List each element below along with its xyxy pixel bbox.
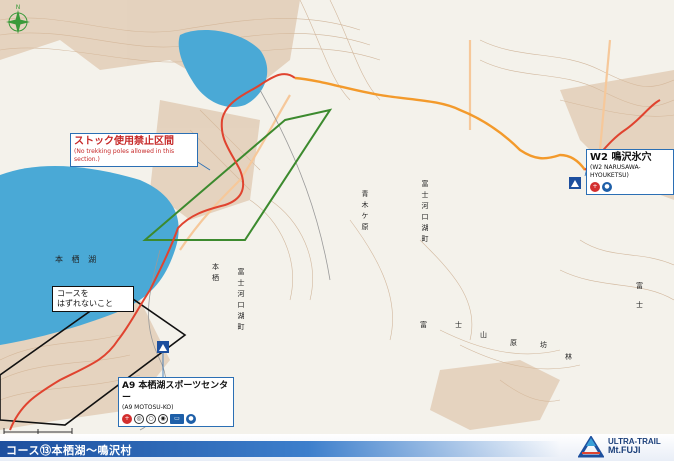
town-label: 富士河口湖町 [237, 268, 245, 334]
no-poles-callout: ストック使用禁止区間 (No trekking poles allowed in… [70, 133, 198, 167]
map-label: 本 [212, 263, 219, 271]
lake-label: 本 栖 湖 [55, 255, 100, 264]
water-icon: ● [602, 182, 612, 192]
course-title: コース⑬本栖湖〜鳴沢村 [6, 444, 132, 457]
stay-on-course-callout: コースを はずれないこと [52, 286, 134, 312]
brand-logo-line2: Mt.FUJI [608, 445, 641, 455]
aid-station-icon: + [122, 414, 132, 424]
map-label: 士 [455, 321, 462, 329]
waypoint-a9-card[interactable]: A9 本栖湖スポーツセンター (A9 MOTOSU-KO) + ◎ ○ ◉ ▭ … [118, 377, 234, 427]
mountain-marker-icon[interactable] [569, 177, 581, 189]
town-label: 富士河口湖町 [421, 180, 429, 246]
water-drink-icon: ○ [146, 414, 156, 424]
waypoint-a9-subtitle: (A9 MOTOSU-KO) [122, 404, 174, 411]
bus-icon: ▭ [170, 414, 184, 424]
no-poles-callout-en: (No trekking poles allowed in this secti… [74, 148, 175, 163]
topographic-map[interactable]: N [0, 0, 674, 461]
stay-on-course-line2: はずれないこと [57, 299, 113, 308]
map-label: 富 [420, 321, 427, 329]
ultra-trail-logo-icon [578, 436, 604, 458]
medic-icon: ● [186, 414, 196, 424]
toilet-icon: ◉ [158, 414, 168, 424]
food-icon: ◎ [134, 414, 144, 424]
no-poles-callout-jp: ストック使用禁止区間 [74, 136, 174, 147]
svg-text:N: N [16, 4, 21, 11]
stay-on-course-line1: コースを [57, 289, 89, 298]
brand-logo-text: ULTRA-TRAIL Mt.FUJI [608, 437, 661, 455]
waypoint-w2-subtitle: (W2 NARUSAWA-HYOUKETSU) [590, 164, 641, 179]
waypoint-w2-title: W2 鳴沢氷穴 [590, 152, 652, 163]
map-label: 山 [480, 331, 487, 339]
forest-label: 青木ケ原 [361, 190, 369, 234]
map-label: 林 [565, 353, 572, 361]
map-label: 富 [636, 282, 643, 290]
map-label: 原 [510, 339, 517, 347]
mountain-marker-icon[interactable] [157, 341, 169, 353]
waypoint-w2-card[interactable]: W2 鳴沢氷穴 (W2 NARUSAWA-HYOUKETSU) + ● [586, 149, 674, 195]
waypoint-a9-title: A9 本栖湖スポーツセンター [122, 381, 229, 403]
map-label: 坊 [540, 341, 547, 349]
aid-station-icon: + [590, 182, 600, 192]
map-label: 士 [636, 301, 643, 309]
map-label: 栖 [212, 274, 219, 282]
